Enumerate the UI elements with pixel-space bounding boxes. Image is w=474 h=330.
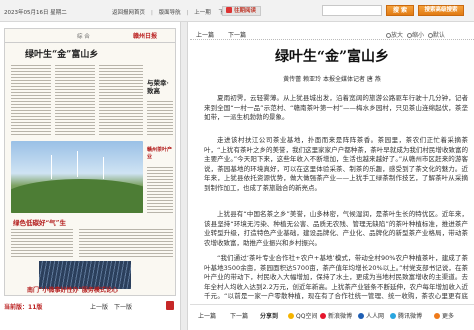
turbine-icon	[77, 151, 78, 177]
search-input[interactable]	[322, 5, 382, 16]
share-label: 分享到	[260, 313, 279, 320]
article-paragraph: 夏雨初霁，云轻雾薄。从上犹县城出发，沿着宽阔的旅游公路驱车行驶十几分钟，记者来到…	[204, 94, 468, 122]
page-masthead: 综 合 赣州日报	[5, 29, 175, 43]
page-red-headline[interactable]: 南门“小微事好性办”服务模式论心	[27, 285, 118, 294]
share-more[interactable]: 更多	[434, 311, 454, 320]
share-bar: 上一篇 下一篇 分享到 QQ空间 新浪微博 人人网 腾讯微博 更多	[190, 304, 474, 330]
share-weibo-label: 新浪微博	[328, 313, 353, 320]
issue-date: 2023年05月16日 星期二	[4, 10, 67, 16]
past-issues-button[interactable]: 往期阅读	[222, 6, 262, 16]
tencent-weibo-icon	[390, 313, 396, 319]
nav-separator: |	[186, 10, 189, 16]
share-renren[interactable]: 人人网	[358, 311, 384, 320]
page-text-block	[11, 227, 73, 259]
bottom-next-article-link[interactable]: 下一篇	[230, 311, 248, 320]
zoom-in-link[interactable]: 放大	[391, 32, 403, 39]
page-text-block	[79, 227, 173, 259]
article-nav: 上一篇 下一篇 放大 缩小 默认	[190, 28, 474, 40]
page-text-block	[147, 165, 173, 213]
bottom-prev-article-link[interactable]: 上一篇	[198, 311, 216, 320]
page-red-headline[interactable]: 赣州茶叶产业	[147, 147, 175, 161]
share-renren-label: 人人网	[366, 313, 385, 320]
calendar-icon	[226, 7, 232, 13]
share-weibo[interactable]: 新浪微博	[320, 311, 352, 320]
search-button[interactable]: 搜 索	[386, 5, 414, 16]
prev-page-link[interactable]: 上一版	[90, 302, 108, 311]
article-title: 绿叶生“金”富山乡	[274, 49, 390, 65]
share-tencent-weibo[interactable]: 腾讯微博	[390, 311, 422, 320]
current-page-value: 11版	[28, 304, 43, 311]
paper-name: 赣州日报	[133, 33, 158, 40]
page-text-block	[99, 63, 143, 137]
share-more-label: 更多	[442, 313, 455, 320]
past-issues-label: 往期阅读	[234, 8, 257, 14]
page-text-block	[11, 63, 51, 137]
zoom-reset-link[interactable]: 默认	[433, 32, 445, 39]
advanced-search-button[interactable]: 搜索高级搜索	[418, 5, 464, 16]
prev-article-link[interactable]: 上一篇	[196, 30, 214, 39]
renren-icon	[358, 313, 364, 319]
next-article-link[interactable]: 下一篇	[228, 30, 246, 39]
page-text-block	[55, 63, 95, 137]
photo-hill	[11, 179, 143, 213]
more-share-icon	[434, 313, 440, 319]
panel-splitter[interactable]	[180, 22, 188, 330]
article-panel: 上一篇 下一篇 放大 缩小 默认 绿叶生“金”富山乡 黄传蕾 赖亚玲 本报全媒体…	[190, 24, 474, 330]
wind-farm-photo	[11, 141, 143, 213]
newspaper-page-view[interactable]: 综 合 赣州日报 绿叶生“金”富山乡 与荣幸·致高 赣州茶叶产业 绿色低碳好“气…	[4, 28, 176, 296]
page-headline[interactable]: 绿叶生“金”富山乡	[25, 47, 98, 60]
article-paragraph: “我们通过‘茶叶专业合作社+农户+基地’模式，带动全村90%农户种植茶叶，建成了…	[204, 254, 468, 302]
turbine-icon	[51, 155, 52, 179]
article-byline: 黄传蕾 赖亚玲 本报全媒体记者 唐 燕	[283, 76, 381, 83]
section-tag: 综 合	[77, 34, 90, 40]
page-text-block	[147, 99, 173, 135]
weibo-icon	[320, 313, 326, 319]
top-toolbar: 2023年05月16日 星期二 返回报网首页| 版面导航| 上一期 下一期 往期…	[0, 0, 474, 22]
plate-nav-link[interactable]: 版面导航	[159, 10, 181, 16]
prev-issue-link[interactable]: 上一期	[194, 10, 211, 16]
article-paragraph: 上犹县有“中国名茶之乡”美誉，山多林密，气候湿润，是茶叶生长的特优区。近年来，该…	[204, 210, 468, 247]
current-page-label: 当前版：11版	[4, 302, 42, 311]
qzone-icon	[288, 313, 294, 319]
share-qzone[interactable]: QQ空间	[288, 311, 317, 320]
share-tencent-label: 腾讯微博	[398, 313, 423, 320]
page-red-headline[interactable]: 绿色低碳好“气”生	[13, 217, 66, 227]
turbine-icon	[103, 157, 104, 179]
nav-separator: |	[151, 10, 153, 16]
home-link[interactable]: 返回报网首页	[112, 10, 145, 16]
current-page-prefix: 当前版：	[4, 304, 29, 311]
font-size-tools: 放大 缩小 默认	[386, 30, 447, 39]
share-qzone-label: QQ空间	[296, 313, 318, 320]
next-page-link[interactable]: 下一版	[114, 302, 132, 311]
zoom-out-link[interactable]: 缩小	[412, 32, 424, 39]
pdf-icon[interactable]	[166, 301, 174, 310]
article-paragraph: 走进该村扶江公司茶业基地，扑面而来是阵阵茶香。茶园里，茶农们正忙着采摘茶叶，“上…	[204, 136, 468, 192]
page-side-headline[interactable]: 与荣幸·致高	[147, 79, 175, 95]
